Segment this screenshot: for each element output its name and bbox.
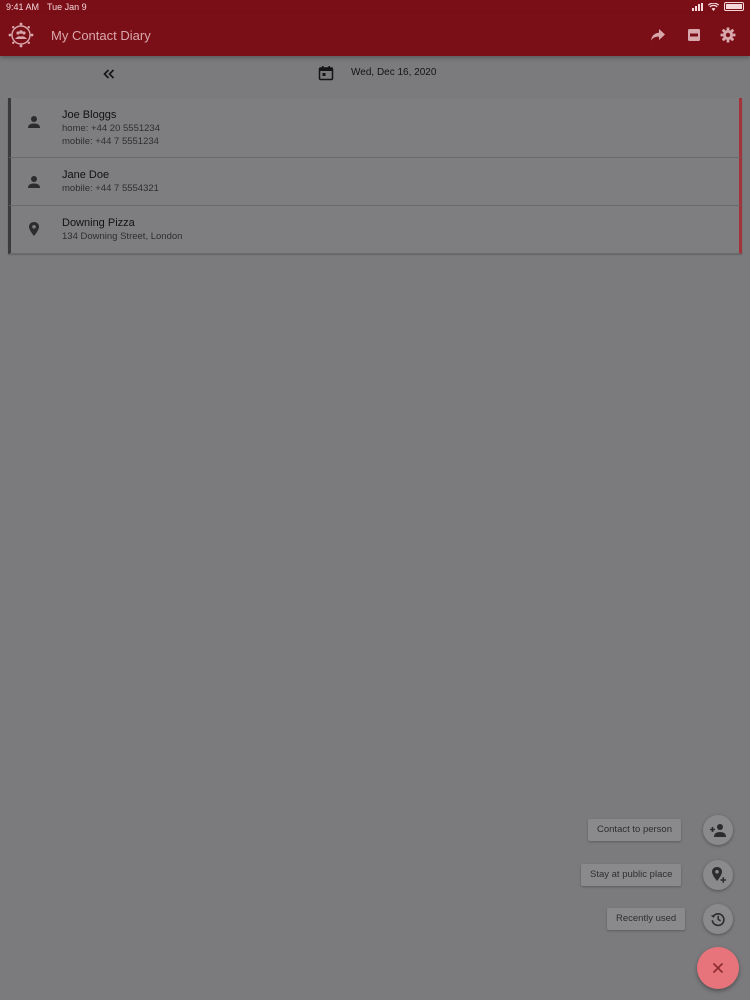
selected-date[interactable]: Wed, Dec 16, 2020 [351,67,436,78]
close-speed-dial-button[interactable] [697,947,739,989]
entry-title: Joe Bloggs [62,109,117,121]
settings-button[interactable] [718,25,738,45]
add-public-place-stay-button[interactable] [703,860,733,890]
export-pdf-button[interactable] [684,25,704,45]
share-button[interactable] [648,25,668,45]
status-time: 9:41 AM [6,2,40,12]
entry-title: Jane Doe [62,169,110,181]
share-icon [651,29,665,41]
list-item[interactable]: Joe Bloggs home: +44 20 5551234 mobile: … [8,98,742,158]
close-icon [712,962,724,974]
add-contact-to-person-button[interactable] [703,815,733,845]
contact-entry-list: Joe Bloggs home: +44 20 5551234 mobile: … [8,98,742,254]
entry-detail: home: +44 20 5551234 [62,123,160,134]
list-item[interactable]: Jane Doe mobile: +44 7 5554321 [8,158,742,206]
wifi-icon [708,2,719,11]
app-title: My Contact Diary [51,28,151,43]
app-bar: My Contact Diary [0,14,750,56]
add-location-icon [712,867,726,883]
status-date: Tue Jan 9 [47,2,87,12]
entry-detail: 134 Downing Street, London [62,231,183,242]
stay-at-public-place-label[interactable]: Stay at public place [581,864,682,886]
entry-title: Downing Pizza [62,217,135,229]
person-icon [28,116,40,128]
double-chevron-left-icon [103,69,115,79]
entry-detail: mobile: +44 7 5554321 [62,183,159,194]
history-icon [710,913,725,927]
date-navigation: Wed, Dec 16, 2020 [0,56,750,92]
location-pin-icon [29,222,39,236]
status-bar: 9:41 AM Tue Jan 9 [0,0,750,14]
cellular-signal-icon [692,2,703,11]
recently-used-label[interactable]: Recently used [607,908,686,930]
calendar-icon[interactable] [318,65,334,81]
add-person-icon [710,824,726,837]
status-indicators [692,2,744,11]
previous-day-button[interactable] [98,64,120,84]
list-item[interactable]: Downing Pizza 134 Downing Street, London [8,206,742,254]
entry-detail: mobile: +44 7 5551234 [62,136,159,147]
contact-to-person-label[interactable]: Contact to person [588,819,681,841]
app-logo-icon [8,22,34,48]
pdf-icon [688,29,700,41]
battery-icon [724,2,744,11]
recently-used-button[interactable] [703,904,733,934]
person-icon [28,176,40,188]
gear-icon [720,27,736,43]
